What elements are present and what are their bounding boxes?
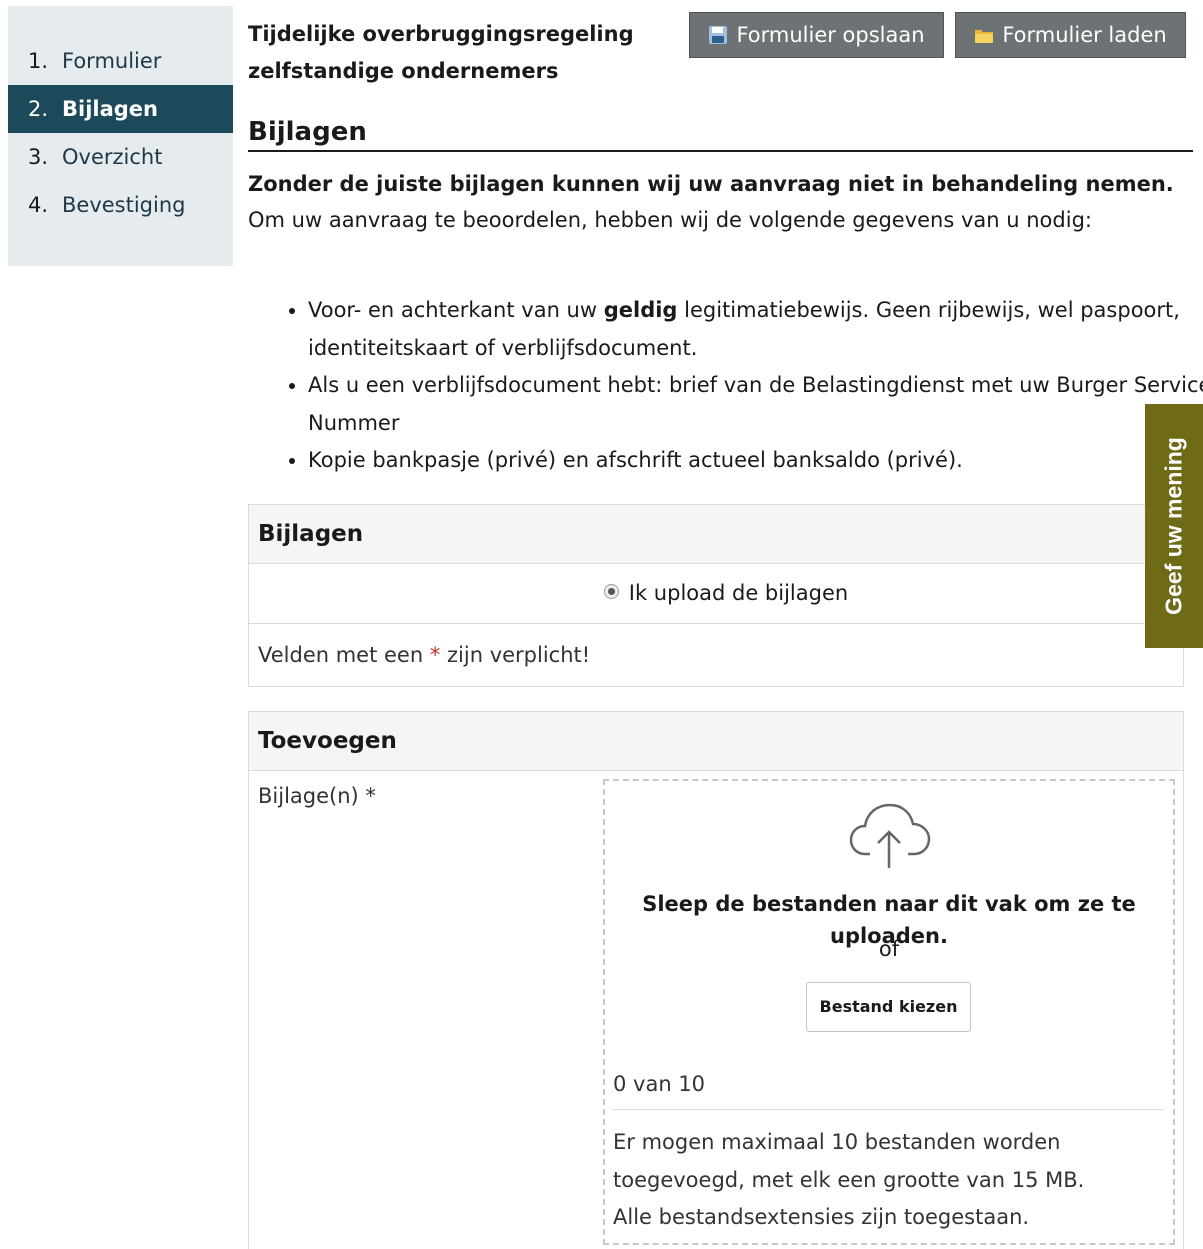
bijlagen-field-label: Bijlage(n) * bbox=[258, 784, 376, 808]
page-title-line-2: zelfstandige ondernemers bbox=[248, 59, 559, 83]
intro-text: Om uw aanvraag te beoordelen, hebben wij… bbox=[248, 208, 1092, 232]
floppy-disk-icon bbox=[708, 16, 728, 60]
required-note-text: zijn verplicht! bbox=[440, 643, 591, 667]
step-overzicht[interactable]: 3. Overzicht bbox=[8, 133, 233, 181]
step-label: Formulier bbox=[62, 49, 162, 73]
step-formulier[interactable]: 1. Formulier bbox=[8, 37, 233, 85]
folder-icon bbox=[974, 16, 994, 60]
requirements-list: Voor- en achterkant van uw geldig legiti… bbox=[268, 292, 1203, 480]
step-number: 3. bbox=[28, 145, 49, 169]
save-form-button[interactable]: Formulier opslaan bbox=[689, 12, 944, 58]
choose-file-button[interactable]: Bestand kiezen bbox=[806, 982, 971, 1032]
step-number: 2. bbox=[28, 97, 49, 121]
step-bevestiging[interactable]: 4. Bevestiging bbox=[8, 181, 233, 229]
list-item: Kopie bankpasje (privé) en afschrift act… bbox=[308, 442, 1203, 480]
upload-info-line: Er mogen maximaal 10 bestanden worden bbox=[613, 1130, 1061, 1154]
or-text: of bbox=[878, 937, 900, 961]
panel-title: Toevoegen bbox=[249, 712, 1183, 771]
upload-info: Er mogen maximaal 10 bestanden worden to… bbox=[613, 1124, 1084, 1237]
step-bijlagen[interactable]: 2. Bijlagen bbox=[8, 85, 233, 133]
feedback-tab-label: Geef uw mening bbox=[1160, 437, 1187, 615]
step-number: 4. bbox=[28, 193, 49, 217]
step-label: Overzicht bbox=[62, 145, 163, 169]
list-item: Voor- en achterkant van uw geldig legiti… bbox=[308, 292, 1203, 367]
panel-title: Bijlagen bbox=[249, 505, 1183, 564]
list-item: Als u een verblijfsdocument hebt: brief … bbox=[308, 367, 1203, 442]
required-star: * bbox=[429, 643, 441, 667]
bijlagen-panel: Bijlagen Ik upload de bijlagen Velden me… bbox=[248, 504, 1184, 687]
file-count: 0 van 10 bbox=[613, 1072, 706, 1096]
step-number: 1. bbox=[28, 49, 49, 73]
page-title-line-1: Tijdelijke overbruggingsregeling bbox=[248, 22, 634, 46]
list-item-text: Voor- en achterkant van uw bbox=[308, 298, 604, 322]
section-heading: Bijlagen bbox=[248, 112, 1193, 152]
upload-option-row: Ik upload de bijlagen bbox=[249, 564, 1183, 624]
step-label: Bijlagen bbox=[62, 97, 158, 121]
load-form-label: Formulier laden bbox=[1002, 23, 1167, 47]
page-title: Tijdelijke overbruggingsregeling zelfsta… bbox=[248, 16, 668, 90]
list-item-emphasis: geldig bbox=[603, 298, 678, 322]
upload-option-label[interactable]: Ik upload de bijlagen bbox=[629, 581, 848, 605]
feedback-tab[interactable]: Geef uw mening bbox=[1145, 404, 1203, 648]
save-form-label: Formulier opslaan bbox=[736, 23, 925, 47]
load-form-button[interactable]: Formulier laden bbox=[955, 12, 1186, 58]
radio-selected-icon[interactable] bbox=[603, 584, 619, 599]
lead-text: Zonder de juiste bijlagen kunnen wij uw … bbox=[248, 172, 1174, 196]
required-note-text: Velden met een bbox=[258, 643, 430, 667]
step-navigation: 1. Formulier 2. Bijlagen 3. Overzicht 4. Bev… bbox=[8, 6, 233, 266]
divider bbox=[612, 1109, 1164, 1110]
upload-info-line: toegevoegd, met elk een grootte van 15 M… bbox=[613, 1167, 1085, 1192]
upload-info-line: Alle bestandsextensies zijn toegestaan. bbox=[613, 1205, 1030, 1229]
step-label: Bevestiging bbox=[62, 193, 186, 217]
required-note: Velden met een * zijn verplicht! bbox=[249, 624, 1183, 686]
cloud-upload-icon bbox=[848, 800, 932, 875]
